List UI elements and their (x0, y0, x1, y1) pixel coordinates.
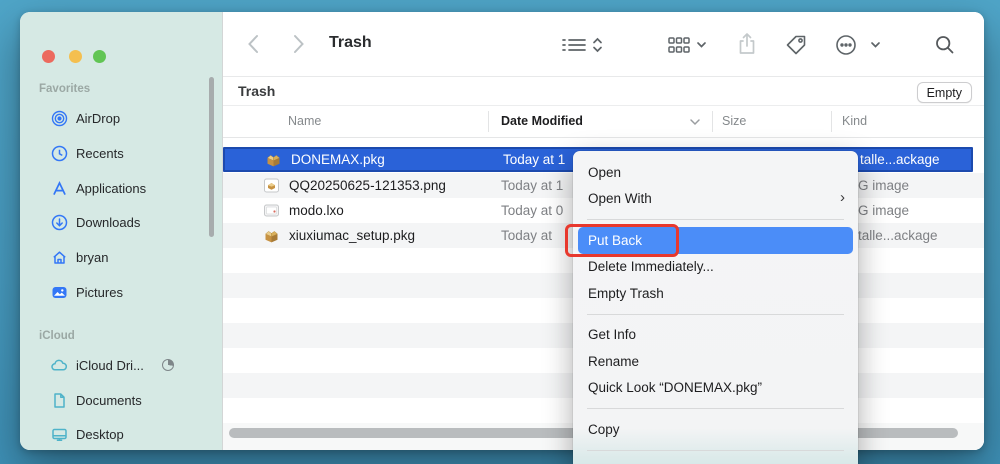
desktop-icon (50, 425, 68, 443)
sidebar-item-icloud-drive[interactable]: iCloud Dri... (50, 354, 174, 376)
sort-chevron-down-icon (689, 118, 701, 126)
put-back-annotation-box (565, 224, 679, 257)
file-kind: talle...ackage (858, 227, 938, 243)
sidebar-item-documents[interactable]: Documents (50, 389, 142, 411)
sidebar-item-label: Downloads (76, 214, 141, 230)
column-header-kind[interactable]: Kind (842, 114, 867, 128)
close-button[interactable] (42, 50, 55, 63)
column-header-date-modified[interactable]: Date Modified (501, 114, 583, 128)
share-button[interactable] (737, 32, 757, 56)
column-header-name[interactable]: Name (288, 114, 321, 128)
back-button[interactable] (247, 34, 259, 54)
image-file-icon (263, 177, 280, 194)
menu-item-quick-look[interactable]: Quick Look “DONEMAX.pkg” (573, 375, 858, 402)
sidebar-item-label: iCloud Dri... (76, 357, 144, 373)
column-divider[interactable] (488, 111, 489, 132)
file-date-modified: Today at (501, 227, 553, 243)
menu-item-get-info[interactable]: Get Info (573, 322, 858, 349)
context-menu: Open Open With › Put Back Delete Immedia… (573, 151, 858, 464)
sidebar-item-downloads[interactable]: Downloads (50, 211, 140, 233)
file-date-modified: Today at 0 (501, 202, 564, 218)
file-name: QQ20250625-121353.png (289, 177, 446, 193)
pictures-icon (50, 283, 68, 301)
generic-file-icon (263, 202, 280, 219)
empty-trash-button[interactable]: Empty (916, 82, 972, 103)
location-title: Trash (238, 83, 276, 99)
file-date-modified: Today at 1 (501, 177, 564, 193)
submenu-chevron-icon: › (840, 188, 845, 206)
toolbar: Trash (223, 12, 984, 77)
menu-separator (587, 408, 844, 409)
home-icon (50, 248, 68, 266)
search-icon[interactable] (935, 35, 955, 55)
sidebar-item-label: Applications (76, 180, 147, 196)
sidebar-scrollbar[interactable] (209, 77, 214, 237)
sidebar-item-applications[interactable]: Applications (50, 177, 146, 199)
menu-item-copy[interactable]: Copy (573, 416, 858, 443)
menu-item-rename[interactable]: Rename (573, 348, 858, 375)
package-icon (265, 151, 282, 168)
sidebar-item-airdrop[interactable]: AirDrop (50, 107, 120, 129)
applications-icon (50, 179, 68, 197)
file-name: modo.lxo (289, 202, 344, 218)
menu-item-open-with[interactable]: Open With › (573, 186, 858, 213)
menu-separator (587, 219, 844, 220)
sidebar-item-label: AirDrop (76, 110, 121, 126)
tags-button[interactable] (785, 34, 807, 56)
file-kind: talle...ackage (860, 151, 940, 167)
sidebar-item-home[interactable]: bryan (50, 246, 109, 268)
window-title: Trash (329, 34, 372, 51)
zoom-button[interactable] (93, 50, 106, 63)
sidebar-item-label: Documents (76, 392, 142, 408)
menu-item-label: Open With (588, 191, 652, 207)
package-icon (263, 227, 280, 244)
more-options-button[interactable] (835, 34, 883, 56)
sidebar-item-label: Desktop (76, 426, 124, 442)
file-date-modified: Today at 1 (503, 151, 566, 167)
clock-icon (50, 144, 68, 162)
sidebar-section-icloud-label: iCloud (39, 330, 75, 342)
minimize-button[interactable] (69, 50, 82, 63)
sidebar-item-label: Recents (76, 145, 124, 161)
column-headers: Name Date Modified Size Kind (223, 106, 984, 138)
column-header-size[interactable]: Size (722, 114, 746, 128)
group-by-button[interactable] (667, 36, 709, 54)
menu-item-empty-trash[interactable]: Empty Trash (573, 280, 858, 307)
file-name: xiuxiumac_setup.pkg (289, 227, 416, 243)
menu-item-open[interactable]: Open (573, 159, 858, 186)
sidebar-item-label: Pictures (76, 284, 123, 300)
menu-separator (587, 313, 844, 315)
sidebar-item-recents[interactable]: Recents (50, 142, 124, 164)
column-divider[interactable] (831, 111, 832, 132)
sidebar-item-desktop[interactable]: Desktop (50, 423, 124, 445)
file-kind: G image (858, 202, 910, 218)
view-as-list-button[interactable] (561, 36, 605, 54)
file-kind: G image (858, 177, 910, 193)
document-icon (50, 391, 68, 409)
menu-separator (587, 449, 844, 451)
sidebar-item-pictures[interactable]: Pictures (50, 281, 123, 303)
file-name: DONEMAX.pkg (291, 151, 385, 167)
sidebar: Favorites AirDrop Recents Applications D… (20, 12, 222, 450)
cloud-icon (50, 356, 68, 374)
forward-button[interactable] (293, 34, 305, 54)
sidebar-section-favorites-label: Favorites (39, 83, 91, 95)
icloud-sync-progress-icon (161, 359, 174, 371)
download-icon (50, 213, 68, 231)
column-divider[interactable] (712, 111, 713, 132)
path-header: Trash Empty (223, 77, 984, 106)
desktop: Favorites AirDrop Recents Applications D… (0, 0, 1000, 464)
sidebar-item-label: bryan (76, 249, 109, 265)
airdrop-icon (50, 109, 68, 127)
menu-item-delete-immediately[interactable]: Delete Immediately... (573, 254, 858, 281)
